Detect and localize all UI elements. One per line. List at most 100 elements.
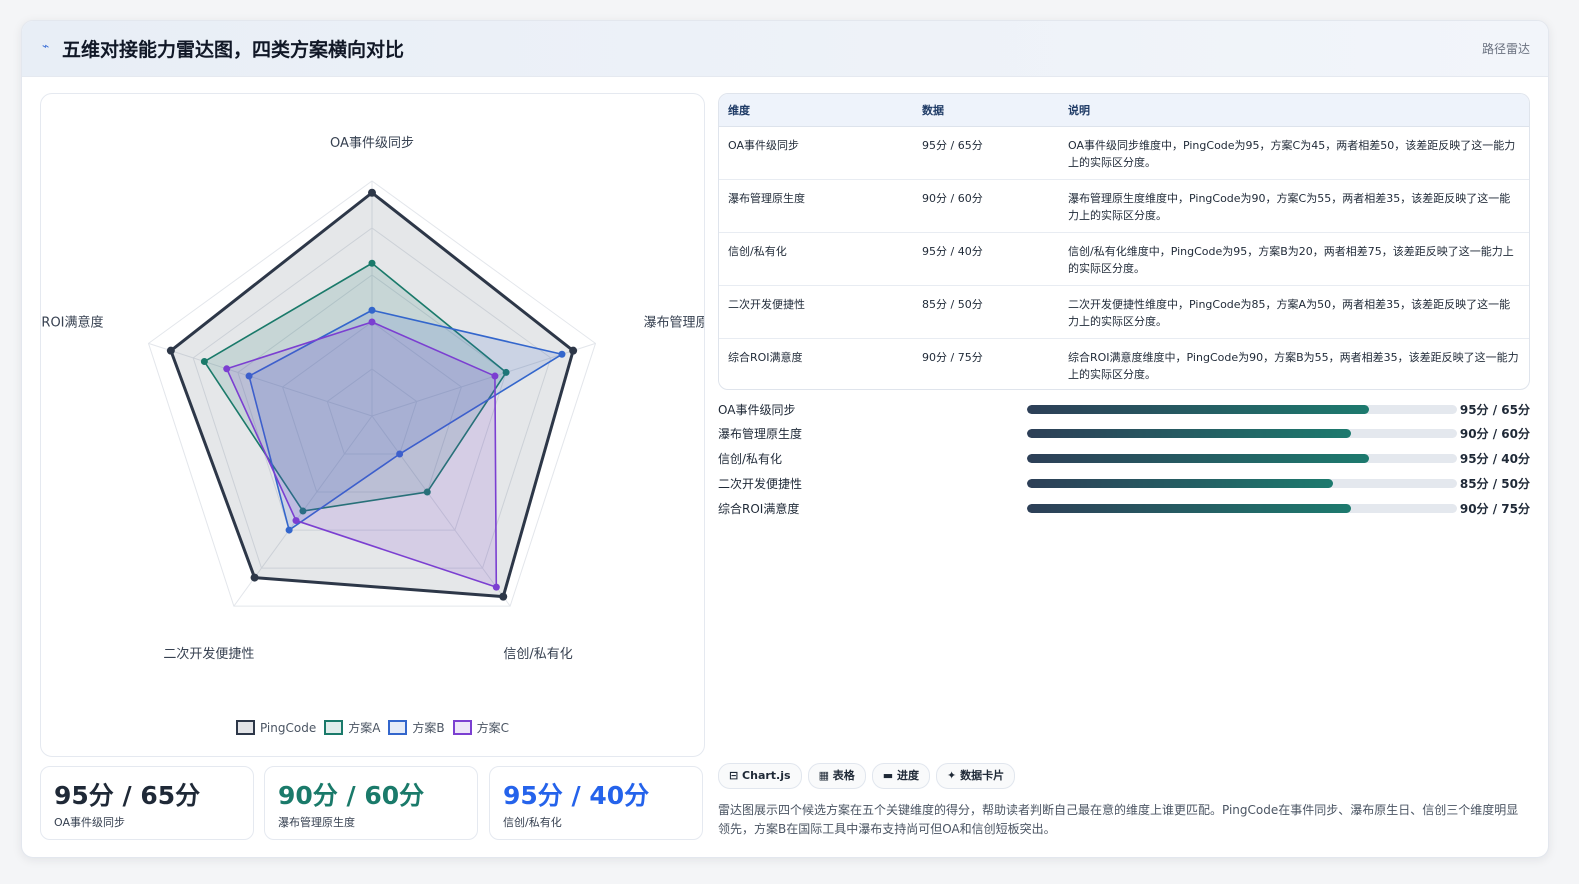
legend-swatch: [324, 720, 344, 735]
progress-fill: [1027, 504, 1351, 513]
progress-value: 90分 / 60分: [1459, 427, 1530, 441]
data-point: [292, 517, 300, 525]
cell-note: 信创/私有化维度中，PingCode为95，方案B为20，两者相差75，该差距反…: [1059, 232, 1529, 286]
data-point: [368, 188, 376, 197]
progress-fill: [1027, 479, 1334, 488]
cell-note: 二次开发便捷性维度中，PingCode为85，方案A为50，两者相差35，该差距…: [1059, 285, 1529, 339]
legend-item[interactable]: 方案B: [388, 719, 445, 736]
stat-card-xinchuang: 95分 / 40分 信创/私有化: [489, 766, 703, 840]
cell-dimension: 信创/私有化: [719, 232, 913, 286]
cell-dimension: 瀑布管理原生度: [719, 179, 913, 233]
progress-value: 95分 / 40分: [1459, 452, 1530, 466]
legend-label: 方案A: [348, 721, 381, 735]
chip-data-card[interactable]: ✦ 数据卡片: [936, 763, 1016, 789]
header-tag[interactable]: 路径雷达: [1482, 40, 1530, 57]
chart-description: 雷达图展示四个候选方案在五个关键维度的得分，帮助读者判断自己最在意的维度上谁更匹…: [718, 803, 1519, 836]
progress-track: [1027, 504, 1457, 513]
data-point: [200, 358, 208, 366]
progress-fill: [1027, 429, 1351, 438]
cell-data: 90分 / 60分: [913, 179, 1059, 233]
axis-label: OA事件级同步: [330, 136, 414, 151]
legend-swatch: [388, 720, 408, 735]
cell-note: 瀑布管理原生度维度中，PingCode为90，方案C为55，两者相差35，该差距…: [1059, 179, 1529, 233]
data-point: [558, 350, 566, 358]
data-point: [499, 592, 508, 601]
comparison-table: 维度 数据 说明 OA事件级同步 95分 / 65分 OA事件级同步维度中，Pi…: [718, 93, 1530, 390]
data-point: [250, 573, 259, 582]
cell-dimension: 综合ROI满意度: [728, 351, 803, 364]
chart-line-icon: ⌁: [42, 39, 50, 53]
column-header-dimension: 维度: [719, 94, 913, 127]
progress-row: 综合ROI满意度 90分 / 75分: [718, 497, 1530, 517]
axis-label: 二次开发便捷性: [163, 646, 254, 662]
chip-table[interactable]: ▦ 表格: [807, 763, 866, 789]
stat-label: 瀑布管理原生度: [278, 816, 355, 829]
progress-label: OA事件级同步: [718, 403, 796, 417]
stat-label: 信创/私有化: [503, 816, 562, 829]
data-point: [368, 306, 376, 314]
stat-value: 95分 / 65分: [54, 781, 201, 810]
chip-chartjs[interactable]: ⊟ Chart.js: [718, 763, 802, 789]
cell-data: 90分 / 75分: [922, 351, 983, 364]
legend-swatch: [452, 720, 472, 735]
card-header: ⌁ 五维对接能力雷达图，四类方案横向对比 路径雷达: [22, 21, 1548, 77]
progress-track: [1027, 405, 1457, 414]
data-point: [569, 346, 578, 355]
legend-label: PingCode: [259, 721, 317, 735]
column-header-data: 数据: [913, 94, 1059, 127]
legend-item[interactable]: PingCode: [235, 720, 317, 735]
progress-track: [1027, 479, 1457, 488]
cell-dimension: 二次开发便捷性: [719, 285, 913, 339]
progress-label: 瀑布管理原生度: [718, 427, 803, 441]
progress-fill: [1027, 454, 1369, 463]
progress-row: 信创/私有化 95分 / 40分: [718, 447, 1530, 467]
cell-data: 95分 / 65分: [913, 126, 1059, 180]
stat-value: 90分 / 60分: [278, 781, 425, 810]
progress-label: 综合ROI满意度: [718, 502, 800, 516]
table-row: OA事件级同步 95分 / 65分 OA事件级同步维度中，PingCode为95…: [719, 126, 1529, 180]
cell-note: 综合ROI满意度维度中，PingCode为90，方案B为55，两者相差35，该差…: [1068, 351, 1519, 381]
data-point: [166, 346, 175, 355]
table-row: 二次开发便捷性 85分 / 50分 二次开发便捷性维度中，PingCode为85…: [719, 285, 1529, 339]
radar-chart: OA事件级同步瀑布管理原生度信创/私有化 二次开发便捷性 综合ROI满意度: [41, 136, 704, 662]
stat-card-waterfall: 90分 / 60分 瀑布管理原生度: [264, 766, 478, 840]
progress-label: 信创/私有化: [718, 452, 783, 466]
axis-label: 信创/私有化: [503, 647, 572, 662]
progress-value: 95分 / 65分: [1459, 403, 1530, 417]
cell-data: 95分 / 40分: [913, 232, 1059, 286]
chart-legend: PingCode 方案A 方案B 方案C: [41, 719, 704, 736]
stat-label: OA事件级同步: [54, 816, 125, 829]
progress-row: 瀑布管理原生度 90分 / 60分: [718, 422, 1530, 442]
progress-track: [1027, 454, 1457, 463]
chip-progress[interactable]: ▬ 进度: [871, 763, 931, 789]
progress-fill: [1027, 405, 1369, 414]
stat-value: 95分 / 40分: [503, 781, 650, 810]
progress-track: [1027, 429, 1457, 438]
report-card: ⌁ 五维对接能力雷达图，四类方案横向对比 路径雷达 OA事件级同步瀑布管理原生度…: [21, 20, 1549, 858]
legend-label: 方案C: [476, 721, 510, 735]
legend-swatch: [235, 720, 255, 735]
legend-item[interactable]: 方案C: [452, 719, 510, 736]
column-header-note: 说明: [1059, 94, 1529, 127]
cell-note: OA事件级同步维度中，PingCode为95，方案C为45，两者相差50，该差距…: [1059, 126, 1529, 180]
data-point: [368, 318, 376, 326]
legend-label: 方案B: [412, 721, 445, 735]
cell-dimension: OA事件级同步: [719, 126, 913, 180]
table-row: 瀑布管理原生度 90分 / 60分 瀑布管理原生度维度中，PingCode为90…: [719, 179, 1529, 233]
data-point: [285, 526, 293, 534]
progress-row: OA事件级同步 95分 / 65分: [718, 398, 1530, 418]
data-point: [492, 583, 500, 591]
stat-card-oa: 95分 / 65分 OA事件级同步: [40, 766, 254, 840]
table-header-row: 维度 数据 说明: [719, 94, 1529, 127]
card-title: 五维对接能力雷达图，四类方案横向对比: [62, 39, 405, 61]
axis-label: 综合ROI满意度: [41, 314, 104, 330]
data-point: [223, 365, 231, 373]
progress-label: 二次开发便捷性: [718, 477, 803, 491]
axis-label: 瀑布管理原生度: [643, 314, 704, 330]
data-point: [491, 372, 499, 380]
radar-chart-panel: OA事件级同步瀑布管理原生度信创/私有化 二次开发便捷性 综合ROI满意度 Ping…: [40, 93, 705, 757]
legend-item[interactable]: 方案A: [324, 719, 380, 736]
table-row: 信创/私有化 95分 / 40分 信创/私有化维度中，PingCode为95，方…: [719, 232, 1529, 286]
progress-value: 85分 / 50分: [1459, 477, 1530, 491]
cell-data: 85分 / 50分: [913, 285, 1059, 339]
